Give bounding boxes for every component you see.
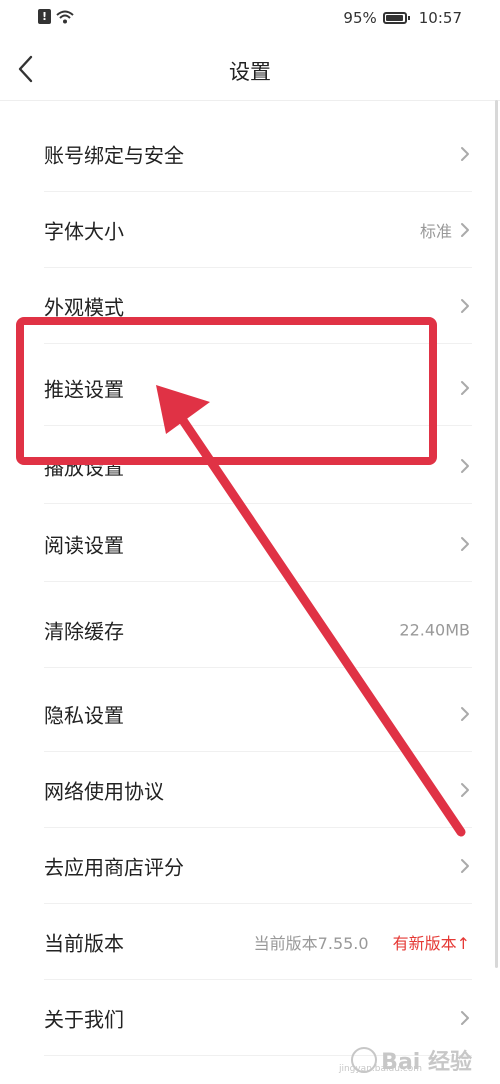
settings-item-right: [460, 298, 470, 314]
settings-item-label: 清除缓存: [44, 619, 124, 644]
status-right: 95% 10:57: [343, 9, 462, 27]
settings-item-right: 22.40MB: [399, 621, 470, 640]
chevron-right-icon: [461, 537, 469, 551]
divider: [44, 425, 472, 426]
divider: [44, 343, 472, 344]
wifi-icon: [56, 10, 74, 24]
header: 设置: [0, 38, 500, 101]
chevron-right-icon: [461, 223, 469, 237]
clock: 10:57: [418, 9, 462, 27]
settings-item-right: 标准: [420, 218, 470, 242]
settings-item-right: [460, 458, 470, 474]
chevron-right-icon: [461, 459, 469, 473]
settings-item-label: 字体大小: [44, 219, 124, 244]
battery-percent: 95%: [343, 9, 377, 27]
alert-icon: !: [38, 9, 51, 24]
settings-item-account-security[interactable]: 账号绑定与安全: [0, 116, 500, 192]
settings-item-clear-cache[interactable]: 清除缓存 22.40MB: [0, 592, 500, 668]
divider: [44, 503, 472, 504]
settings-item-appearance[interactable]: 外观模式: [0, 268, 500, 344]
settings-item-playback[interactable]: 播放设置: [0, 428, 500, 504]
settings-item-label: 阅读设置: [44, 533, 124, 558]
chevron-right-icon: [461, 859, 469, 873]
chevron-right-icon: [461, 381, 469, 395]
settings-item-label: 播放设置: [44, 455, 124, 480]
scrollbar[interactable]: [495, 100, 498, 968]
settings-item-right: 当前版本7.55.0 有新版本↑: [254, 930, 470, 954]
settings-item-network-agreement[interactable]: 网络使用协议: [0, 752, 500, 828]
watermark: Bai 经验 jingyan.baidu.com: [339, 1044, 472, 1076]
settings-item-right: [460, 1010, 470, 1026]
settings-item-label: 关于我们: [44, 1007, 124, 1032]
settings-item-label: 外观模式: [44, 295, 124, 320]
battery-icon: [382, 12, 410, 24]
settings-item-right: [460, 536, 470, 552]
settings-item-label: 账号绑定与安全: [44, 143, 184, 168]
settings-item-right: [460, 706, 470, 722]
cache-size: 22.40MB: [399, 620, 470, 640]
status-bar: ! 95% 10:57: [0, 0, 500, 38]
status-left: !: [38, 9, 75, 24]
settings-item-push[interactable]: 推送设置: [0, 350, 500, 426]
settings-item-label: 网络使用协议: [44, 779, 164, 804]
chevron-right-icon: [461, 1011, 469, 1025]
chevron-right-icon: [461, 707, 469, 721]
version-number: 当前版本7.55.0: [253, 934, 369, 953]
settings-item-right: [460, 782, 470, 798]
settings-item-label: 推送设置: [44, 377, 124, 402]
settings-item-label: 当前版本: [44, 931, 124, 956]
settings-item-label: 去应用商店评分: [44, 855, 184, 880]
settings-item-rate-app[interactable]: 去应用商店评分: [0, 828, 500, 904]
settings-item-right: [460, 146, 470, 162]
settings-item-value: 标准: [419, 222, 452, 241]
settings-item-right: [460, 858, 470, 874]
divider: [44, 581, 472, 582]
divider: [44, 667, 472, 668]
settings-item-font-size[interactable]: 字体大小 标准: [0, 192, 500, 268]
settings-item-label: 隐私设置: [44, 703, 124, 728]
update-badge[interactable]: 有新版本↑: [393, 930, 470, 954]
settings-item-right: [460, 380, 470, 396]
chevron-right-icon: [461, 299, 469, 313]
watermark-sub: jingyan.baidu.com: [338, 1064, 422, 1074]
chevron-right-icon: [461, 783, 469, 797]
settings-item-version[interactable]: 当前版本 当前版本7.55.0 有新版本↑: [0, 904, 500, 980]
settings-item-privacy[interactable]: 隐私设置: [0, 676, 500, 752]
settings-item-reading[interactable]: 阅读设置: [0, 506, 500, 582]
chevron-right-icon: [461, 147, 469, 161]
page-title: 设置: [229, 60, 271, 84]
